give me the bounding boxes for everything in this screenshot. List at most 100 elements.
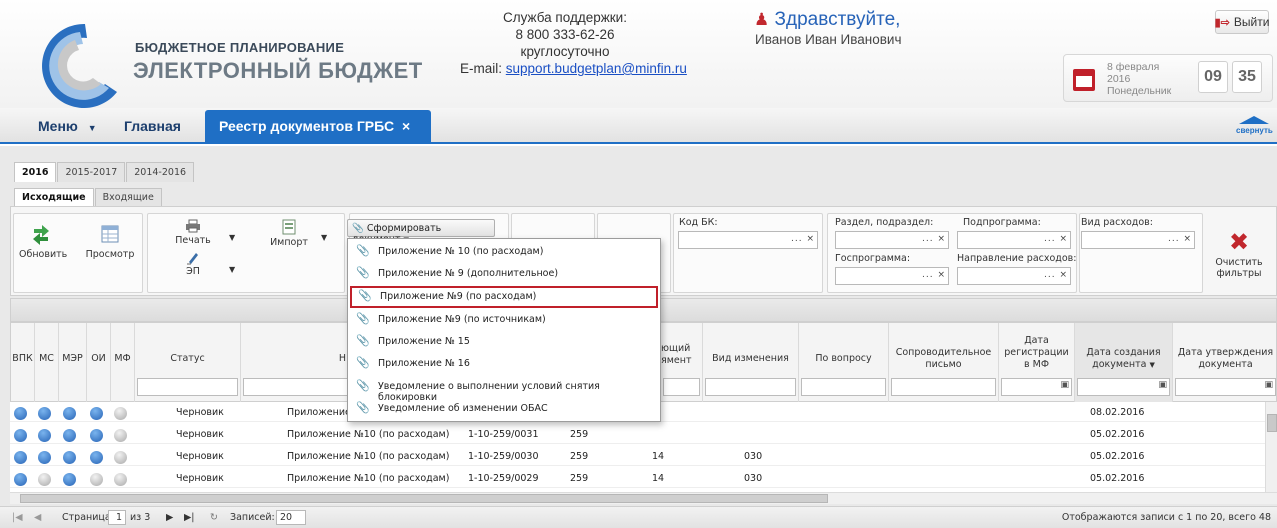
col-department[interactable]: ющий ямент [661,323,703,403]
records-label: Записей: [230,512,275,523]
table-row[interactable]: Черновик Приложение №10 (по расходам) 1-10… [10,448,1265,466]
department-filter-input[interactable] [663,378,700,396]
ep-button[interactable]: ЭП [171,251,215,277]
menu-item-appendix-9-expenses[interactable]: 📎 Приложение №9 (по расходам) [350,286,658,308]
menu-item-appendix-10-expenses[interactable]: 📎 Приложение № 10 (по расходам) [348,241,660,263]
col-oi[interactable]: ОИ [87,323,111,403]
table-row[interactable]: Черновик Приложение №10 (по расходам) 1-10… [10,426,1265,444]
print-button[interactable]: Печать [171,219,215,246]
col-registration-date[interactable]: Дата регистрации в МФ ▣ [999,323,1075,403]
collapse-button[interactable]: свернуть [1236,116,1273,135]
refresh-icon[interactable]: ↻ [210,512,218,523]
page-number-input[interactable]: 1 [108,510,126,525]
subprogram-input[interactable]: ... × [957,231,1071,249]
registration-date-filter-input[interactable]: ▣ [1001,378,1072,396]
approval-status-icon [63,473,76,486]
menu-item-appendix-9-sources[interactable]: 📎 Приложение №9 (по источникам) [348,309,660,331]
calendar-picker-icon[interactable]: ▣ [1060,380,1069,390]
import-button[interactable]: Импорт [267,219,311,248]
col-cover-letter[interactable]: Сопроводительное письмо [889,323,999,403]
exit-button[interactable]: ▮⇨ Выйти [1215,10,1269,34]
menu-button[interactable]: Меню ▼ [38,118,97,134]
pager: |◀ ◀ Страница 1 из 3 ▶ ▶| ↻ Записей: 20 … [0,506,1277,528]
last-page-icon[interactable]: ▶| [184,512,195,523]
cover-letter-filter-input[interactable] [891,378,996,396]
section-input[interactable]: ... × [835,231,949,249]
col-change-type[interactable]: Вид изменения [703,323,799,403]
refresh-icon [33,225,49,245]
question-filter-input[interactable] [801,378,886,396]
menu-item-appendix-15[interactable]: 📎 Приложение № 15 [348,331,660,353]
col-cover-letter-title: Сопроводительное письмо [889,347,998,371]
tab-year-2014-2016[interactable]: 2014-2016 [126,162,195,182]
col-status[interactable]: Статус [135,323,241,403]
change-type-filter-input[interactable] [705,378,796,396]
row-name: Приложение №10 (по расходам) [287,429,450,440]
expense-type-input[interactable]: ... × [1081,231,1195,249]
section-buttons[interactable]: ... × [922,234,946,244]
approved-date-filter-input[interactable]: ▣ [1175,378,1276,396]
ep-dropdown-arrow-icon[interactable]: ▼ [229,265,235,274]
horizontal-scroll-thumb[interactable] [20,494,828,503]
support-info: Служба поддержки: 8 800 333-62-26 кругло… [460,9,687,77]
vertical-scrollbar[interactable] [1265,402,1277,492]
horizontal-scrollbar[interactable] [10,492,1277,504]
form-document-button[interactable]: 📎 Сформировать документ ▼ [347,219,495,245]
row-name: Приложение №10 (по расходам) [287,473,450,484]
approval-status-icon [114,473,127,486]
first-page-icon[interactable]: |◀ [12,512,23,523]
close-icon[interactable]: × [402,118,410,134]
gosprogram-input[interactable]: ... × [835,267,949,285]
menu-item-obas-change-notice[interactable]: 📎 Уведомление об изменении ОБАС [348,398,660,420]
tab-grbs-registry[interactable]: Реестр документов ГРБС × [205,110,431,144]
col-created-date[interactable]: Дата создания документа ▼ ▣ [1075,323,1173,403]
col-vpk[interactable]: ВПК [11,323,35,403]
col-ms[interactable]: МС [35,323,59,403]
approval-status-icon [90,407,103,420]
code-bk-buttons[interactable]: ... × [791,234,815,244]
nav-home[interactable]: Главная [124,118,181,134]
menu-item-appendix-16[interactable]: 📎 Приложение № 16 [348,353,660,375]
print-dropdown-arrow-icon[interactable]: ▼ [229,233,235,242]
tab-incoming[interactable]: Входящие [94,188,162,206]
status-filter-input[interactable] [137,378,238,396]
menu-item-unblock-notice[interactable]: 📎 Уведомление о выполнении условий снятия… [348,376,660,403]
table-row[interactable]: Черновик Приложение №10 (по расходам) 1-10… [10,470,1265,488]
view-button[interactable]: Просмотр [85,223,135,260]
calendar-icon [1073,69,1095,91]
support-title: Служба поддержки: [503,10,627,25]
user-icon: ♟ [754,10,770,29]
col-name[interactable]: Н [241,323,351,403]
calendar-picker-icon[interactable]: ▣ [1264,380,1273,390]
col-cover-letter-title-1: Сопроводительное [895,347,992,358]
tab-outgoing[interactable]: Исходящие [14,188,94,206]
expense-direction-input[interactable]: ... × [957,267,1071,285]
col-approved-date[interactable]: Дата утверждения документа ▣ [1173,323,1277,403]
approval-status-icon [38,473,51,486]
next-page-icon[interactable]: ▶ [166,512,173,523]
page-label: Страница [62,512,111,523]
menu-item-appendix-9-additional[interactable]: 📎 Приложение № 9 (дополнительное) [348,263,660,285]
prev-page-icon[interactable]: ◀ [34,512,41,523]
gosprogram-buttons[interactable]: ... × [922,270,946,280]
col-mf[interactable]: МФ [111,323,135,403]
created-date-filter-input[interactable]: ▣ [1077,378,1170,396]
refresh-button[interactable]: Обновить [19,223,67,260]
code-bk-input[interactable]: ... × [678,231,818,249]
col-mer[interactable]: МЭР [59,323,87,403]
records-per-page-input[interactable]: 20 [276,510,306,525]
calendar-picker-icon[interactable]: ▣ [1158,380,1167,390]
approval-status-icon [14,473,27,486]
tab-year-2015-2017[interactable]: 2015-2017 [57,162,126,182]
expense-direction-buttons[interactable]: ... × [1044,270,1068,280]
vertical-scroll-thumb[interactable] [1267,414,1277,432]
col-question[interactable]: По вопросу [799,323,889,403]
name-filter-input[interactable] [243,378,348,396]
expense-type-buttons[interactable]: ... × [1168,234,1192,244]
support-email-link[interactable]: support.budgetplan@minfin.ru [506,61,687,76]
subprogram-buttons[interactable]: ... × [1044,234,1068,244]
clear-filters-button[interactable]: ✖ Очистить фильтры [1207,230,1271,279]
clock-hours: 09 [1198,61,1228,93]
tab-year-2016[interactable]: 2016 [14,162,57,182]
import-dropdown-arrow-icon[interactable]: ▼ [321,233,327,242]
